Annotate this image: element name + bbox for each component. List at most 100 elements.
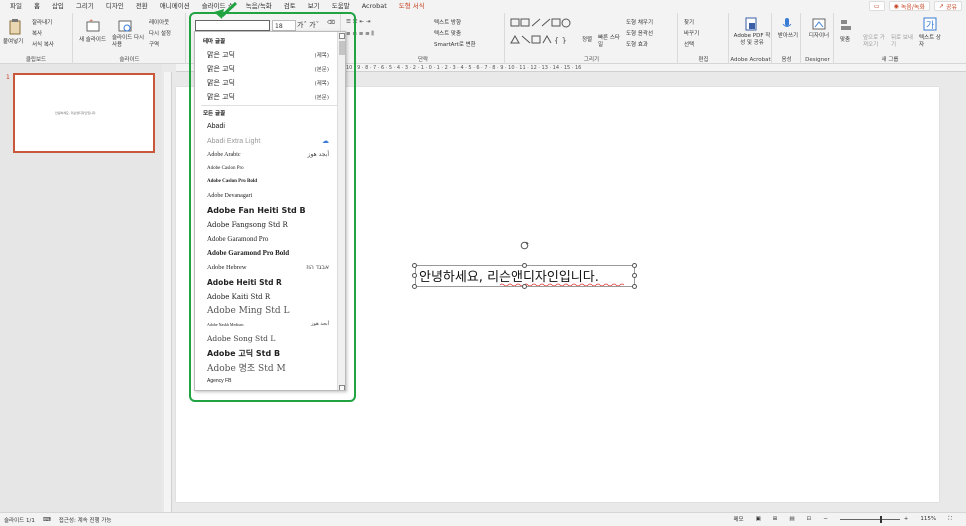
- accessibility-status[interactable]: 접근성: 계속 진행 가능: [59, 516, 112, 524]
- select-button[interactable]: 선택: [684, 40, 694, 48]
- pdf-icon[interactable]: [744, 17, 758, 31]
- scroll-down-arrow-icon[interactable]: [339, 385, 345, 390]
- cut-button[interactable]: 잘라내기: [32, 18, 52, 26]
- tab-animations[interactable]: 애니메이션: [154, 0, 196, 13]
- new-slide-button[interactable]: 새 슬라이드: [79, 35, 106, 43]
- layout-button[interactable]: 레이아웃: [149, 18, 169, 26]
- replace-button[interactable]: 바꾸기: [684, 29, 699, 37]
- bullets-icon[interactable]: ☰ ☰ ⇤ ⇥: [346, 19, 370, 25]
- font-item-adobe-kaiti[interactable]: Adobe Kaiti Std R: [207, 293, 270, 301]
- tab-review[interactable]: 검토: [278, 0, 302, 13]
- resize-handle-l[interactable]: [412, 273, 417, 278]
- tab-record[interactable]: 녹음/녹화: [240, 0, 278, 13]
- font-item-adobe-myungjo[interactable]: Adobe 명조 Std M: [207, 361, 286, 374]
- send-backward-button[interactable]: 뒤로 보내기: [891, 35, 917, 49]
- designer-button[interactable]: 디자이너: [808, 33, 830, 40]
- font-item-adobe-garamond[interactable]: Adobe Garamond Pro: [207, 235, 268, 243]
- font-item-malgun-body[interactable]: 맑은 고딕: [207, 64, 235, 74]
- resize-handle-tl[interactable]: [412, 263, 417, 268]
- font-item-abadi-extra-light[interactable]: Abadi Extra Light: [207, 138, 260, 145]
- vertical-ruler[interactable]: [164, 72, 172, 512]
- resize-handle-t[interactable]: [522, 263, 527, 268]
- zoom-slider-thumb[interactable]: [879, 515, 882, 523]
- align-text-button[interactable]: 텍스트 맞춤: [434, 29, 461, 37]
- font-item-adobe-song[interactable]: Adobe Song Std L: [207, 334, 275, 343]
- format-painter-button[interactable]: 서식 복사: [32, 40, 54, 48]
- tab-help[interactable]: 도움말: [326, 0, 356, 13]
- paste-icon[interactable]: [8, 19, 22, 35]
- section-button[interactable]: 구역: [149, 40, 159, 48]
- align-objects-icon[interactable]: [840, 18, 854, 32]
- zoom-level[interactable]: 115%: [920, 516, 936, 522]
- shapes-gallery-icon[interactable]: { }: [510, 18, 578, 44]
- textbox-button[interactable]: 텍스트 상자: [919, 35, 945, 49]
- new-slide-icon[interactable]: +: [86, 19, 100, 33]
- align-icon[interactable]: ≡ ≡ ≡ ≡ ⫼: [346, 31, 374, 38]
- tab-draw[interactable]: 그리기: [70, 0, 100, 13]
- quick-styles-button[interactable]: 빠른 스타일: [598, 35, 620, 49]
- font-item-adobe-fangsong[interactable]: Adobe Fangsong Std R: [207, 221, 288, 229]
- font-item-malgun-heading-2[interactable]: 맑은 고딕: [207, 78, 235, 88]
- font-item-adobe-gothic[interactable]: Adobe 고딕 Std B: [207, 348, 280, 359]
- language-icon[interactable]: ⌨: [43, 517, 51, 523]
- zoom-out-icon[interactable]: −: [823, 516, 828, 522]
- share-button[interactable]: ↗ 공유: [933, 1, 962, 11]
- font-item-adobe-devanagari[interactable]: Adobe Devanagari: [207, 193, 252, 199]
- clear-format-icon[interactable]: ⌫: [327, 20, 335, 26]
- shape-outline-button[interactable]: 도형 윤곽선: [626, 29, 653, 37]
- font-item-malgun-body-2[interactable]: 맑은 고딕: [207, 92, 235, 102]
- arrange-button[interactable]: 정렬: [582, 35, 592, 43]
- fit-slide-icon[interactable]: ⛶: [948, 516, 952, 523]
- scroll-up-arrow-icon[interactable]: [339, 33, 345, 39]
- reading-view-icon[interactable]: ▤: [789, 516, 794, 522]
- tab-home[interactable]: 홈: [27, 0, 46, 14]
- tab-insert[interactable]: 삽입: [46, 0, 70, 13]
- font-size-input[interactable]: 18: [272, 20, 296, 31]
- tab-file[interactable]: 파일: [4, 0, 28, 13]
- tab-acrobat[interactable]: Acrobat: [356, 0, 393, 13]
- sorter-view-icon[interactable]: ⊞: [773, 516, 778, 522]
- tab-design[interactable]: 디자인: [100, 0, 130, 13]
- rotate-handle-icon[interactable]: [520, 241, 529, 250]
- slide-thumbnail[interactable]: 안녕하세요, 리슨앤디자인입니다.: [13, 73, 155, 153]
- zoom-in-icon[interactable]: +: [904, 516, 909, 522]
- reset-button[interactable]: 다시 설정: [149, 29, 171, 37]
- resize-handle-br[interactable]: [632, 284, 637, 289]
- smartart-button[interactable]: SmartArt로 변환: [434, 40, 476, 48]
- resize-handle-bl[interactable]: [412, 284, 417, 289]
- font-item-adobe-caslon-pro[interactable]: Adobe Caslon Pro: [207, 166, 244, 171]
- paste-label[interactable]: 붙여넣기: [3, 37, 23, 45]
- font-item-adobe-garamond-bold[interactable]: Adobe Garamond Pro Bold: [207, 249, 289, 257]
- record-button[interactable]: ◉ 녹음/녹화: [888, 1, 930, 11]
- bring-forward-button[interactable]: 앞으로 가져오기: [863, 35, 889, 49]
- font-item-adobe-heiti[interactable]: Adobe Heiti Std R: [207, 278, 282, 287]
- textbox-icon[interactable]: 가: [923, 17, 937, 31]
- microphone-icon[interactable]: [782, 17, 792, 31]
- font-name-input[interactable]: [195, 20, 270, 31]
- create-pdf-button[interactable]: Adobe PDF 작성 및 공유: [733, 33, 771, 47]
- font-item-agency-fb[interactable]: Agency FB: [207, 378, 231, 384]
- normal-view-icon[interactable]: ▣: [756, 516, 761, 522]
- font-item-abadi[interactable]: Abadi: [207, 123, 225, 130]
- text-direction-button[interactable]: 텍스트 방향: [434, 18, 461, 26]
- tab-shape-format[interactable]: 도형 서식: [393, 0, 431, 13]
- dropdown-scrollbar[interactable]: [337, 32, 345, 390]
- tab-transitions[interactable]: 전환: [130, 0, 154, 13]
- zoom-slider[interactable]: [839, 515, 900, 523]
- comment-button[interactable]: ▭: [868, 1, 885, 11]
- align-button[interactable]: 맞춤: [840, 35, 850, 43]
- resize-handle-r[interactable]: [632, 273, 637, 278]
- shape-fill-button[interactable]: 도형 채우기: [626, 18, 653, 26]
- designer-icon[interactable]: [812, 17, 826, 31]
- font-item-adobe-ming[interactable]: Adobe Ming Std L: [207, 306, 290, 316]
- font-item-adobe-arabic[interactable]: Adobe Arabic: [207, 152, 241, 158]
- font-dropdown-list[interactable]: 테마 글꼴 맑은 고딕 (제목) 맑은 고딕 (본문) 맑은 고딕 (제목) 맑…: [194, 31, 346, 391]
- tab-slideshow[interactable]: 슬라이드 쇼: [196, 0, 240, 13]
- copy-button[interactable]: 복사: [32, 29, 42, 37]
- scroll-thumb[interactable]: [339, 41, 345, 55]
- find-button[interactable]: 찾기: [684, 18, 694, 26]
- shape-effects-button[interactable]: 도형 효과: [626, 40, 648, 48]
- resize-handle-b[interactable]: [522, 284, 527, 289]
- notes-button[interactable]: 메모: [733, 515, 743, 523]
- font-item-adobe-hebrew[interactable]: Adobe Hebrew: [207, 264, 247, 271]
